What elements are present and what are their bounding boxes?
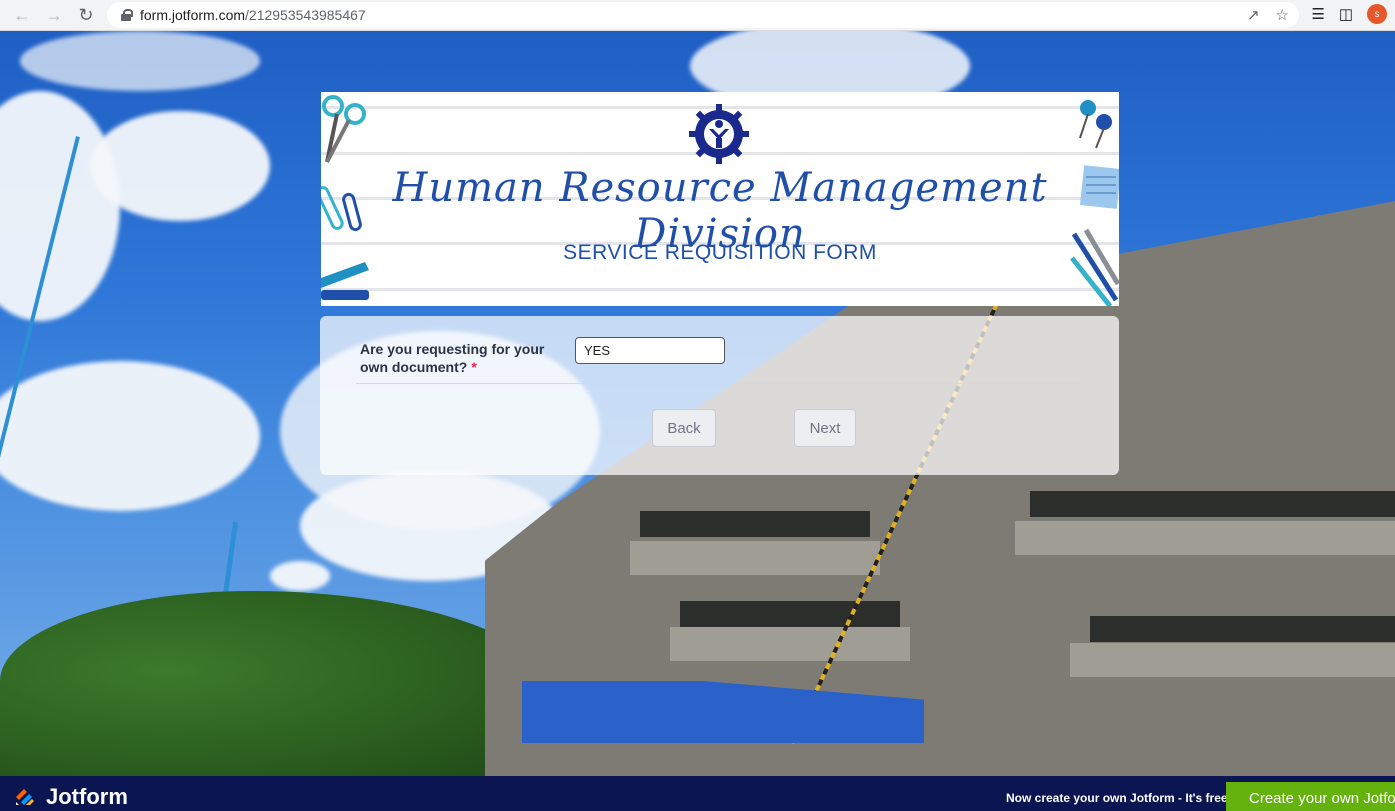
url-text: form.jotform.com/212953543985467 [140,7,366,23]
scissors-icon [322,95,366,163]
form-question-card: Are you requesting for your own document… [320,316,1119,475]
jotform-promo-text: Now create your own Jotform - It's free! [1006,791,1232,805]
paperclips-icon [321,186,362,232]
address-bar[interactable]: form.jotform.com/212953543985467 ↗ ☆ [107,2,1299,28]
back-button[interactable]: Back [652,409,716,447]
lock-icon [121,9,133,21]
jotform-footer-bar: Jotform Now create your own Jotform - It… [0,776,1395,811]
side-panel-icon[interactable]: ◫ [1339,5,1353,23]
pencils-icon [1070,228,1119,306]
stapler-icon [321,262,369,300]
forward-arrow-icon[interactable]: → [38,3,70,27]
share-icon[interactable]: ↗ [1247,6,1260,24]
jotform-brand-text[interactable]: Jotform [46,784,128,810]
answer-field[interactable]: YES [575,337,725,364]
browser-toolbar: ← → ↻ form.jotform.com/212953543985467 ↗… [0,0,1395,31]
reload-icon[interactable]: ↻ [70,3,102,27]
bookmark-star-icon[interactable]: ☆ [1276,6,1289,24]
required-asterisk: * [471,359,477,375]
form-subtitle: SERVICE REQUISITION FORM [563,241,877,264]
back-arrow-icon[interactable]: ← [6,3,38,27]
media-control-icon[interactable]: ☰ [1311,5,1324,23]
next-button[interactable]: Next [794,409,856,447]
push-pins-icon [1079,100,1112,149]
agency-seal-logo-icon [689,104,749,164]
notepad-icon [1080,165,1119,209]
question-label: Are you requesting for your own document… [360,341,545,375]
jotform-logo-icon[interactable] [14,785,36,807]
profile-avatar[interactable]: s [1367,4,1387,24]
create-jotform-button[interactable]: Create your own Jotform [1226,782,1395,811]
field-divider [356,383,1083,384]
